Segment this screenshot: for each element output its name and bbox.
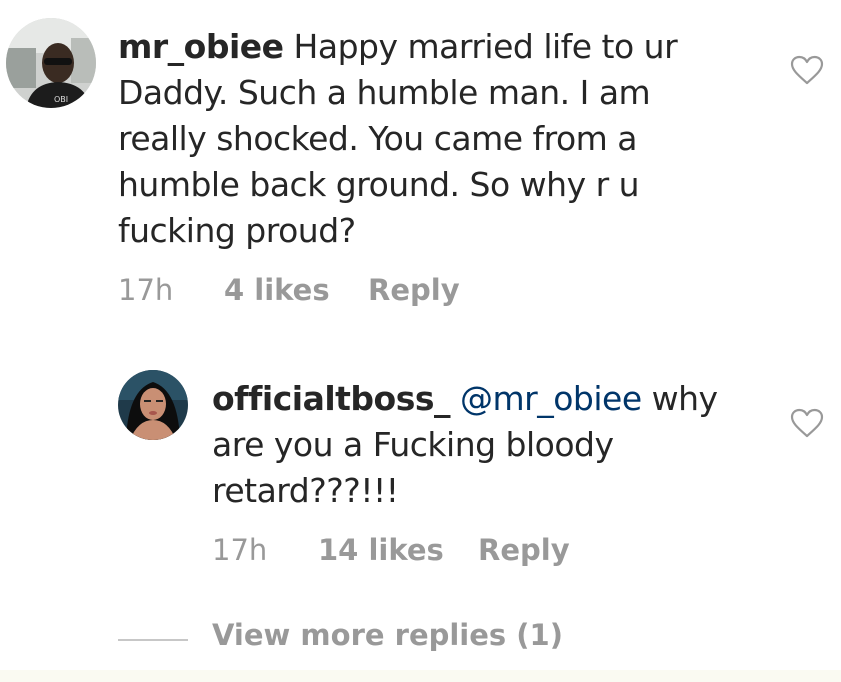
avatar[interactable] — [118, 370, 188, 440]
comment-line: are you a Fucking bloody — [212, 425, 614, 464]
reply-text: officialtboss_ @mr_obiee why are you a F… — [212, 376, 772, 514]
comment-line: humble back ground. So why r u — [118, 165, 640, 204]
comment-line: Happy married life to ur — [293, 27, 678, 66]
comment-line: Daddy. Such a humble man. I am — [118, 73, 651, 112]
reply-button[interactable]: Reply — [368, 273, 460, 307]
likes-count[interactable]: 4 likes — [224, 273, 330, 307]
comment-line: retard???!!! — [212, 471, 399, 510]
comment-meta: 17h 4 likes Reply — [118, 273, 518, 309]
comment-text: mr_obiee Happy married life to ur Daddy.… — [118, 24, 778, 254]
divider-line — [118, 639, 188, 641]
comment-line: fucking proud? — [118, 211, 356, 250]
profile-photo-icon: OBI — [6, 18, 96, 108]
bottom-bar — [0, 670, 841, 682]
comment-timestamp: 17h — [118, 273, 174, 307]
profile-photo-icon — [118, 370, 188, 440]
reply-button[interactable]: Reply — [478, 533, 570, 567]
reply-meta: 17h 14 likes Reply — [212, 533, 612, 569]
reply-username[interactable]: officialtboss_ — [212, 379, 451, 418]
comment-line: really shocked. You came from a — [118, 119, 638, 158]
comment-username[interactable]: mr_obiee — [118, 27, 284, 66]
view-more-replies-label: View more replies (1) — [212, 618, 563, 652]
avatar[interactable]: OBI — [6, 18, 96, 108]
heart-outline-icon[interactable] — [790, 408, 824, 438]
mention-link[interactable]: @mr_obiee — [460, 379, 642, 418]
comment-line: why — [651, 379, 718, 418]
likes-count[interactable]: 14 likes — [318, 533, 444, 567]
svg-text:OBI: OBI — [54, 95, 68, 104]
comment-timestamp: 17h — [212, 533, 268, 567]
heart-outline-icon[interactable] — [790, 55, 824, 85]
